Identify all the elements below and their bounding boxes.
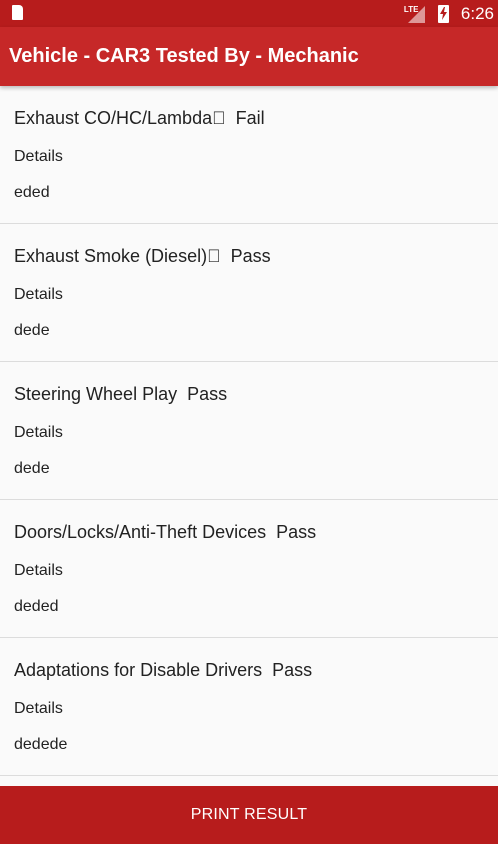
details-value: dedede bbox=[14, 736, 68, 753]
item-title: Exhaust Smoke (Diesel)  Pass bbox=[14, 246, 271, 267]
status-icons: LTE 6:26 bbox=[402, 0, 494, 27]
details-value: dede bbox=[14, 322, 50, 339]
item-title: Adaptations for Disable Drivers Pass bbox=[14, 660, 312, 681]
item-result: Fail bbox=[235, 108, 265, 128]
item-name: Adaptations for Disable Drivers bbox=[14, 660, 263, 680]
details-label: Details bbox=[14, 148, 63, 165]
details-label: Details bbox=[14, 424, 63, 441]
details-label: Details bbox=[14, 286, 63, 303]
item-name: Exhaust Smoke (Diesel)  bbox=[14, 246, 221, 266]
item-title: Steering Wheel Play Pass bbox=[14, 384, 227, 405]
sd-card-icon bbox=[12, 5, 23, 20]
details-value: eded bbox=[14, 184, 50, 201]
details-label: Details bbox=[14, 700, 63, 717]
battery-charging-icon bbox=[437, 4, 449, 23]
app-bar: Vehicle - CAR3 Tested By - Mechanic bbox=[0, 27, 498, 86]
item-title: Doors/Locks/Anti-Theft Devices Pass bbox=[14, 522, 316, 543]
signal-icon: LTE bbox=[402, 4, 426, 24]
list-item[interactable]: Steering Wheel Play Pass Details dede bbox=[0, 362, 498, 500]
page-title: Vehicle - CAR3 Tested By - Mechanic bbox=[9, 45, 359, 67]
list-item[interactable]: Exhaust Smoke (Diesel)  Pass Details dede bbox=[0, 224, 498, 362]
test-results-list[interactable]: Exhaust CO/HC/Lambda  Fail Details eded E… bbox=[0, 86, 498, 786]
item-name: Doors/Locks/Anti-Theft Devices bbox=[14, 522, 267, 542]
item-result: Pass bbox=[276, 522, 317, 542]
item-result: Pass bbox=[187, 384, 228, 404]
details-value: dede bbox=[14, 460, 50, 477]
item-name: Steering Wheel Play bbox=[14, 384, 178, 404]
item-result: Pass bbox=[230, 246, 271, 266]
item-title: Exhaust CO/HC/Lambda  Fail bbox=[14, 108, 265, 129]
print-result-button[interactable]: PRINT RESULT bbox=[0, 786, 498, 844]
status-bar: LTE 6:26 bbox=[0, 0, 498, 27]
list-item[interactable]: Adaptations for Disable Drivers Pass Deta… bbox=[0, 638, 498, 776]
item-result: Pass bbox=[272, 660, 313, 680]
details-label: Details bbox=[14, 562, 63, 579]
list-item[interactable]: Exhaust CO/HC/Lambda  Fail Details eded bbox=[0, 86, 498, 224]
status-clock: 6:26 bbox=[460, 3, 494, 23]
list-item[interactable]: Doors/Locks/Anti-Theft Devices Pass Detai… bbox=[0, 500, 498, 638]
details-value: deded bbox=[14, 598, 59, 615]
item-name: Exhaust CO/HC/Lambda  bbox=[14, 108, 226, 128]
